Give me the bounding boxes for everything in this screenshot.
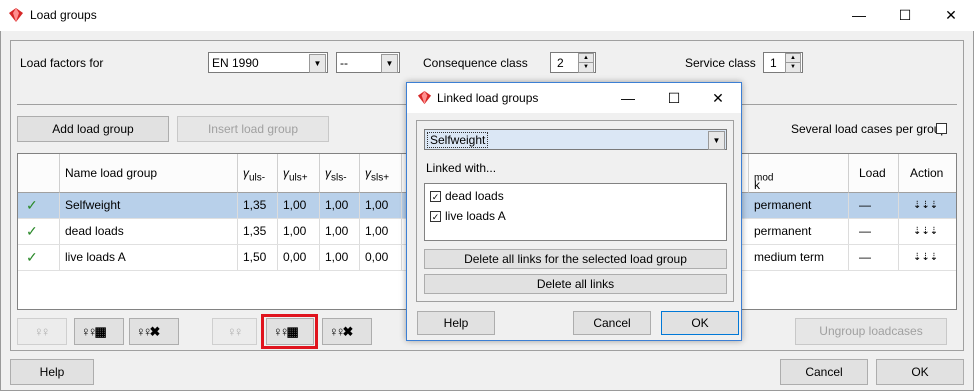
window-title: Load groups — [30, 8, 97, 22]
header-uls-plus[interactable]: γuls+ — [278, 154, 320, 193]
cell-sls-plus[interactable]: 1,00 — [360, 193, 402, 218]
load-group-select[interactable]: Selfweight ▼ — [424, 129, 727, 150]
link-item-label: live loads A — [445, 209, 506, 223]
cell-load[interactable]: — — [849, 219, 899, 244]
delete-selected-links-button[interactable]: Delete all links for the selected load g… — [424, 249, 727, 269]
chevron-down-icon: ▼ — [309, 54, 326, 73]
cell-kmod[interactable]: permanent — [749, 193, 849, 218]
row-check-icon: ✓ — [18, 245, 60, 270]
consequence-class-spinner[interactable]: 2 ▲ ▼ — [550, 52, 596, 73]
cell-kmod[interactable]: permanent — [749, 219, 849, 244]
row-check-icon: ✓ — [18, 219, 60, 244]
dialog-title-bar: Linked load groups — ☐ ✕ — [407, 83, 741, 113]
dialog-cancel-button[interactable]: Cancel — [573, 311, 651, 335]
header-uls-minus[interactable]: γuls- — [238, 154, 278, 193]
service-class-value: 1 — [770, 56, 777, 70]
header-kmod[interactable]: k mod — [749, 154, 849, 193]
people-icon: ♀♀ — [227, 324, 243, 339]
cell-uls-plus[interactable]: 0,00 — [278, 245, 320, 270]
chevron-down-icon: ▼ — [381, 54, 398, 73]
cell-uls-minus[interactable]: 1,35 — [238, 193, 278, 218]
cell-load[interactable]: — — [849, 193, 899, 218]
cell-name[interactable]: live loads A — [60, 245, 238, 270]
new-group-button[interactable]: ♀♀ — [17, 318, 67, 345]
linked-groups-list: ✓ dead loads ✓ live loads A — [424, 183, 727, 241]
dialog-ok-button[interactable]: OK — [661, 311, 739, 335]
service-class-spinner[interactable]: 1 ▲ ▼ — [763, 52, 803, 73]
consequence-class-label: Consequence class — [423, 56, 528, 70]
add-load-group-button[interactable]: Add load group — [17, 116, 169, 142]
link-checkbox[interactable]: ✓ — [430, 211, 441, 222]
ok-button[interactable]: OK — [876, 359, 964, 385]
row-check-icon: ✓ — [18, 193, 60, 218]
action-loads-icon[interactable]: ⇣⇣⇣ — [899, 219, 956, 244]
group-delete-button[interactable]: ♀♀✖ — [129, 318, 179, 345]
cell-sls-plus[interactable]: 1,00 — [360, 219, 402, 244]
cell-load[interactable]: — — [849, 245, 899, 270]
header-action[interactable]: Action — [899, 154, 956, 193]
people-table-icon: ♀♀▦ — [81, 324, 107, 339]
cell-sls-plus[interactable]: 0,00 — [360, 245, 402, 270]
cell-uls-plus[interactable]: 1,00 — [278, 193, 320, 218]
link-delete-button[interactable]: ♀♀✖ — [322, 318, 372, 345]
service-class-label: Service class — [685, 56, 756, 70]
header-sls-plus[interactable]: γsls+ — [360, 154, 402, 193]
action-loads-icon[interactable]: ⇣⇣⇣ — [899, 193, 956, 218]
standard-combo[interactable]: EN 1990 ▼ — [208, 52, 328, 73]
dialog-close-button[interactable]: ✕ — [695, 83, 741, 113]
cell-sls-minus[interactable]: 1,00 — [320, 193, 360, 218]
load-group-select-value: Selfweight — [427, 132, 489, 148]
app-logo-icon — [9, 8, 23, 22]
people-icon: ♀♀ — [34, 324, 50, 339]
insert-load-group-button[interactable]: Insert load group — [177, 116, 329, 142]
link-checkbox[interactable]: ✓ — [430, 191, 441, 202]
cell-kmod[interactable]: medium term — [749, 245, 849, 270]
header-load[interactable]: Load — [849, 154, 899, 193]
link-table-button[interactable]: ♀♀▦ — [266, 318, 314, 345]
several-load-cases-label: Several load cases per group — [791, 122, 948, 136]
close-button[interactable]: ✕ — [928, 0, 974, 31]
header-name[interactable]: Name load group — [60, 154, 238, 193]
spin-down-icon[interactable]: ▼ — [785, 62, 801, 73]
ungroup-loadcases-button[interactable]: Ungroup loadcases — [795, 318, 947, 345]
linked-load-groups-dialog: Linked load groups — ☐ ✕ Selfweight ▼ Li… — [406, 82, 742, 341]
cell-uls-plus[interactable]: 1,00 — [278, 219, 320, 244]
cell-sls-minus[interactable]: 1,00 — [320, 245, 360, 270]
cell-uls-minus[interactable]: 1,35 — [238, 219, 278, 244]
chevron-down-icon: ▼ — [708, 131, 725, 150]
people-table-icon: ♀♀▦ — [273, 324, 299, 339]
spin-down-icon[interactable]: ▼ — [578, 62, 594, 73]
help-button[interactable]: Help — [10, 359, 94, 385]
subset-combo[interactable]: -- ▼ — [336, 52, 400, 73]
cell-uls-minus[interactable]: 1,50 — [238, 245, 278, 270]
delete-all-links-button[interactable]: Delete all links — [424, 274, 727, 294]
group-table-button[interactable]: ♀♀▦ — [74, 318, 124, 345]
dialog-maximize-button[interactable]: ☐ — [651, 83, 697, 113]
people-delete-icon: ♀♀✖ — [136, 324, 160, 339]
link-new-button[interactable]: ♀♀ — [212, 318, 257, 345]
linked-with-label: Linked with... — [426, 161, 497, 175]
cancel-button[interactable]: Cancel — [780, 359, 868, 385]
standard-value: EN 1990 — [212, 56, 259, 70]
minimize-button[interactable]: — — [836, 0, 882, 31]
several-load-cases-checkbox[interactable] — [936, 123, 947, 134]
link-item-label: dead loads — [445, 189, 504, 203]
header-sls-minus[interactable]: γsls- — [320, 154, 360, 193]
cell-name[interactable]: dead loads — [60, 219, 238, 244]
dialog-title: Linked load groups — [437, 91, 539, 105]
consequence-class-value: 2 — [557, 56, 564, 70]
dialog-help-button[interactable]: Help — [417, 311, 495, 335]
title-bar: Load groups — ☐ ✕ — [0, 0, 974, 31]
maximize-button[interactable]: ☐ — [882, 0, 928, 31]
people-delete-icon: ♀♀✖ — [329, 324, 353, 339]
subset-value: -- — [340, 56, 348, 70]
header-check — [18, 154, 60, 193]
action-loads-icon[interactable]: ⇣⇣⇣ — [899, 245, 956, 270]
load-factors-label: Load factors for — [20, 56, 104, 70]
cell-name[interactable]: Selfweight — [60, 193, 238, 218]
cell-sls-minus[interactable]: 1,00 — [320, 219, 360, 244]
dialog-minimize-button[interactable]: — — [605, 83, 651, 113]
app-logo-icon — [417, 90, 432, 105]
